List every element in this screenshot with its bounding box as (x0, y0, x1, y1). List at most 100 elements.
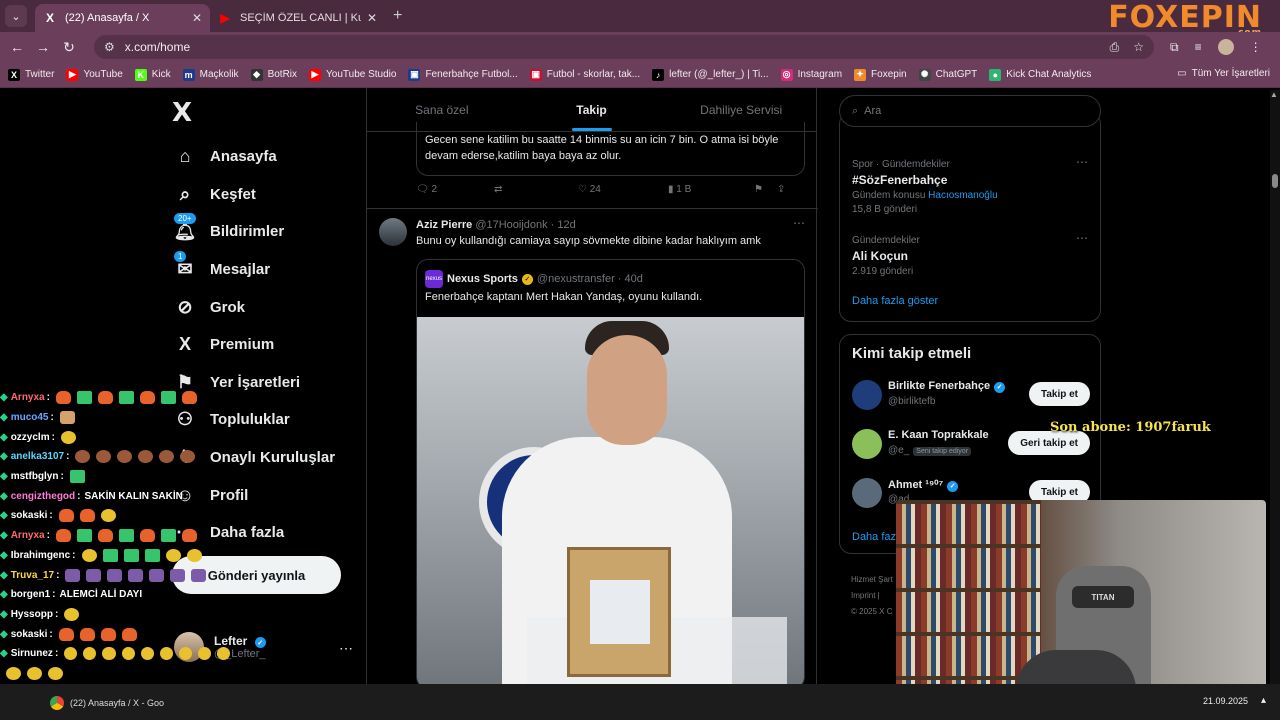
tray-icon[interactable]: ▴ (1261, 695, 1266, 706)
flashscore-icon: ▣ (529, 68, 542, 81)
close-icon[interactable]: ✕ (192, 11, 202, 25)
author-name[interactable]: Aziz Pierre (416, 219, 472, 231)
instagram-icon: ◎ (780, 68, 793, 81)
scrollbar-thumb[interactable] (1272, 174, 1278, 188)
show-more-link[interactable]: Daha fazla göster (852, 295, 938, 307)
nav-item-2[interactable]: ⌕ Keşfet (172, 176, 335, 214)
more-dots-icon[interactable]: ⋯ (339, 640, 353, 657)
chat-badge-icon: ◆ (0, 648, 8, 660)
author-handle[interactable]: @17Hooijdonk (475, 219, 547, 231)
address-bar[interactable]: ⚙ x.com/home ⎙ ☆ (94, 35, 1154, 59)
quoted-post[interactable]: nexus Nexus Sports ✓ @nexustransfer · 40… (416, 259, 805, 689)
share-icon[interactable]: ⇪ (777, 184, 785, 195)
suggestion-handle: @e_ (888, 445, 910, 456)
more-dots-icon[interactable]: ⋯ (793, 216, 805, 230)
chat-username: Arnyxa (10, 392, 45, 404)
bookmark-icon[interactable]: ⚑ (754, 184, 763, 195)
install-icon[interactable]: ⎙ (1110, 40, 1120, 55)
emote-icon (121, 627, 137, 641)
tab-youtube[interactable]: ▶ SEÇİM ÖZEL CANLI | Kulüb ✕ (210, 4, 385, 32)
post-photo[interactable] (417, 317, 804, 688)
emote-icon (83, 647, 97, 661)
menu-dots-icon[interactable]: ⋮ (1250, 40, 1262, 54)
bookmark-item[interactable]: X Twitter (8, 68, 54, 81)
nav-item-1[interactable]: ⌂ Anasayfa (172, 138, 335, 176)
page-scrollbar[interactable]: ▲ (1270, 90, 1280, 684)
bookmark-item[interactable]: ◎ Instagram (780, 68, 842, 81)
quoted-author-name: Nexus Sports (447, 273, 518, 285)
chat-message (0, 664, 230, 684)
nav-item-4[interactable]: ✉ 1 Mesajlar (172, 250, 335, 289)
more-dots-icon[interactable]: ⋯ (1076, 155, 1088, 169)
forward-icon[interactable]: → (30, 39, 56, 55)
nav-item-3[interactable]: 🔔︎ 20+ Bildirimler (172, 212, 335, 251)
trend-sub-link[interactable]: Hacıosmanoğlu (928, 190, 997, 201)
chat-message: ◆Arnyxa : (0, 526, 230, 546)
emote-icon (48, 666, 63, 680)
bookmark-item[interactable]: ▣ Futbol - skorlar, tak... (529, 68, 640, 81)
card-photo (590, 580, 650, 644)
more-dots-icon[interactable]: ⋯ (1076, 231, 1088, 245)
avatar[interactable] (379, 218, 407, 246)
chrome-icon (50, 696, 64, 710)
emote-icon (6, 666, 21, 680)
follow-button[interactable]: Takip et (1028, 382, 1090, 406)
bookmark-item[interactable]: ● Kick Chat Analytics (989, 68, 1091, 81)
close-icon[interactable]: ✕ (367, 11, 377, 25)
reload-icon[interactable]: ↻ (56, 39, 82, 56)
trend-meta: Spor · Gündemdekiler (852, 159, 950, 170)
media-icon[interactable]: ≡ (1195, 40, 1202, 54)
scroll-up-icon[interactable]: ▲ (1270, 90, 1278, 99)
nav-item-6[interactable]: X Premium (172, 326, 335, 364)
profile-avatar-icon[interactable] (1217, 39, 1234, 55)
all-bookmarks[interactable]: ▭ Tüm Yer İşaretleri (1177, 68, 1270, 79)
bookmark-item[interactable]: ▣ Fenerbahçe Futbol... (408, 68, 518, 81)
site-info-icon[interactable]: ⚙ (104, 40, 115, 54)
bookmark-item[interactable]: K Kick (134, 68, 171, 81)
chat-message: ◆ Truva_17 : (0, 565, 230, 585)
bookmark-item[interactable]: ◆ BotRix (250, 68, 297, 81)
like-count: 24 (589, 184, 601, 195)
bookmark-item[interactable]: m Maçkolik (182, 68, 239, 81)
views-button[interactable]: ▮ 1 B (668, 184, 754, 195)
chat-text: SAKİN KALIN SAKİN (84, 490, 183, 502)
bookmark-item[interactable]: ✦ Foxepin (854, 68, 907, 81)
emote-icon (81, 548, 97, 562)
emote-icon (69, 470, 85, 484)
bookmark-item[interactable]: ▶ YouTube Studio (309, 68, 396, 81)
bookmark-item[interactable]: ▶ YouTube (66, 68, 123, 81)
star-icon[interactable]: ☆ (1133, 40, 1144, 55)
emote-icon (75, 450, 91, 464)
chat-message: ◆ Hyssopp : (0, 605, 230, 625)
tab-x-home[interactable]: X (22) Anasayfa / X ✕ (35, 4, 210, 32)
bookmark-item[interactable]: ✺ ChatGPT (918, 68, 977, 81)
trend-item[interactable]: Spor · Gündemdekiler #SözFenerbahçe Günd… (852, 159, 998, 215)
quoted-post-text[interactable]: Gecen sene katilim bu saatte 14 binmis s… (416, 122, 805, 176)
trend-item[interactable]: Gündemdekiler Ali Koçun 2.919 gönderi (852, 235, 920, 277)
bookmark-item[interactable]: ♪ lefter (@_lefter_) | Ti... (652, 68, 769, 81)
tab-search-button[interactable]: ⌄ (5, 5, 27, 27)
notification-badge: 1 (174, 250, 187, 262)
show-more-link[interactable]: Daha faz (852, 531, 896, 543)
post-time[interactable]: · 12d (551, 219, 576, 231)
emote-icon (27, 666, 42, 680)
chat-separator: : (72, 549, 76, 561)
extensions-icon[interactable]: ⧉ (1170, 40, 1179, 55)
repost-button[interactable]: ⇄ (494, 184, 578, 195)
emote-icon (60, 430, 76, 444)
back-icon[interactable]: ← (4, 39, 30, 55)
like-button[interactable]: ♡ 24 (578, 184, 668, 195)
emote-icon (117, 450, 133, 464)
new-tab-button[interactable]: + (393, 7, 402, 25)
nav-item-5[interactable]: ⊘ Grok (172, 288, 335, 326)
trend-meta: Gündemdekiler (852, 235, 920, 246)
search-input[interactable]: ⌕ Ara (839, 95, 1101, 127)
follow-suggestion[interactable]: Birlikte Fenerbahçe ✓ @birliktefb Takip e… (852, 378, 1090, 412)
reply-button[interactable]: 🗨︎ 2 (416, 184, 494, 195)
footer-terms[interactable]: Hizmet Şart (851, 572, 893, 588)
post-actions: 🗨︎ 2 ⇄ ♡ 24 ▮ 1 B ⚑ ⇪ (416, 184, 806, 195)
footer-imprint[interactable]: Imprint | (851, 588, 893, 604)
x-logo-icon[interactable]: X (172, 98, 192, 128)
taskbar-chrome-item[interactable]: (22) Anasayfa / X - Goo (50, 692, 164, 714)
verified-icon: ✓ (254, 637, 266, 649)
